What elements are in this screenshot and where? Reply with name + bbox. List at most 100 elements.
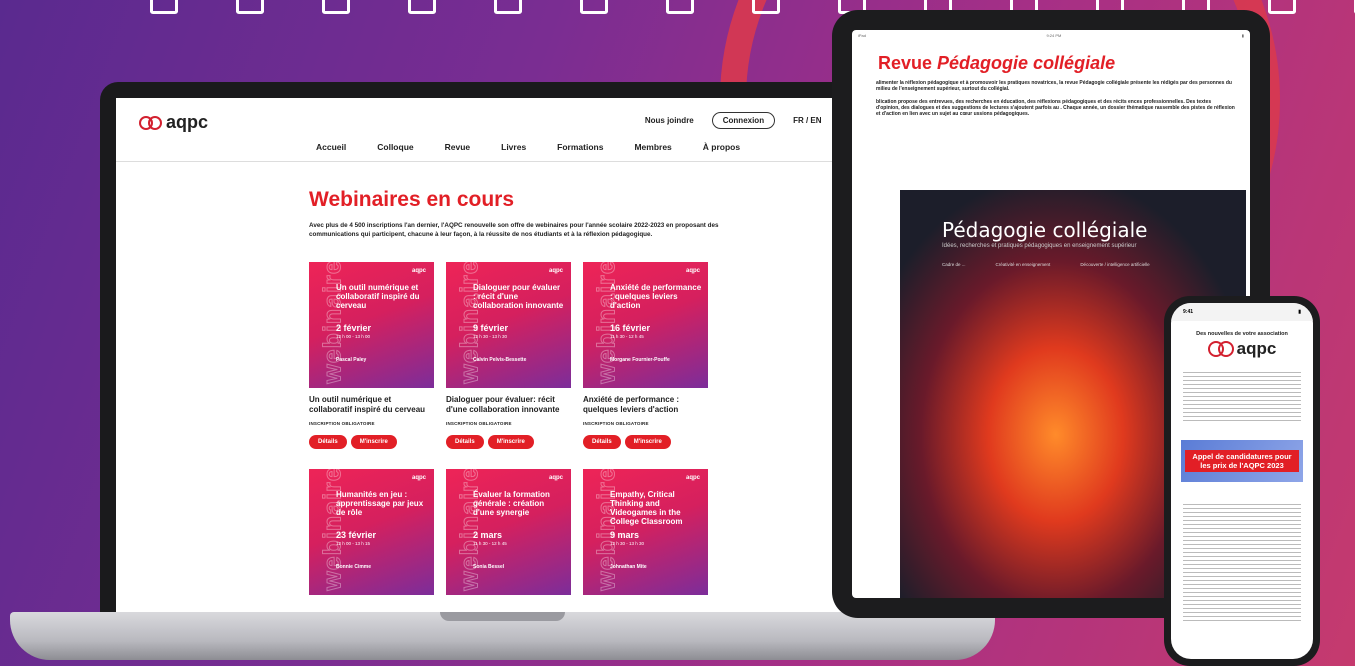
logo-mark-icon bbox=[1207, 339, 1234, 359]
card-hours: 12 h 30 - 13 h 30 bbox=[473, 334, 508, 339]
card-required-note: INSCRIPTION OBLIGATOIRE bbox=[446, 421, 512, 426]
revue-paragraph-2: blication propose des entrevues, des rec… bbox=[876, 98, 1235, 118]
phone-screen: 9:41 ▮ Des nouvelles de votre associatio… bbox=[1171, 303, 1313, 659]
nav-item-colloque[interactable]: Colloque bbox=[377, 142, 413, 152]
laptop-notch bbox=[440, 612, 565, 621]
card-date: 16 février bbox=[610, 323, 651, 333]
card-hours: 11 h 30 - 12 h 45 bbox=[473, 541, 507, 546]
details-button[interactable]: Détails bbox=[446, 435, 484, 449]
laptop-device: aqpc Nous joindre Connexion FR / EN 🛒 Ac… bbox=[100, 82, 888, 617]
webinar-card: webinaire aqpc Empathy, Critical Thinkin… bbox=[583, 469, 708, 595]
page-intro: Avec plus de 4 500 inscriptions l'an der… bbox=[309, 222, 719, 238]
webinar-card: webinaire aqpc Un outil numérique et col… bbox=[309, 262, 434, 449]
page-title: Webinaires en cours bbox=[309, 188, 515, 211]
card-date: 2 février bbox=[336, 323, 372, 333]
card-brand: aqpc bbox=[685, 475, 700, 481]
register-button[interactable]: M'inscrire bbox=[350, 435, 397, 449]
details-button[interactable]: Détails bbox=[583, 435, 621, 449]
logo-text: aqpc bbox=[166, 112, 209, 132]
webinar-card-image[interactable]: webinaire aqpc Empathy, Critical Thinkin… bbox=[583, 469, 708, 595]
aqpc-logo[interactable]: aqpc bbox=[139, 112, 208, 133]
card-hours: 11 h 30 - 12 h 45 bbox=[610, 334, 644, 339]
contact-link[interactable]: Nous joindre bbox=[645, 116, 694, 125]
card-image-title: Humanités en jeu : apprentissage par jeu… bbox=[336, 490, 424, 517]
laptop-base bbox=[10, 612, 995, 660]
cover-column: Cadre de ... bbox=[942, 262, 966, 267]
signal-wifi-battery-icon: ▮ bbox=[1298, 309, 1301, 315]
logo-mark-icon bbox=[139, 114, 163, 132]
card-required-note: INSCRIPTION OBLIGATOIRE bbox=[309, 421, 375, 426]
cover-columns: Cadre de ... Créativité en enseignement … bbox=[942, 262, 1150, 267]
tablet-clock: 9:24 PM bbox=[1046, 33, 1062, 38]
webinar-card-image[interactable]: webinaire aqpc Humanités en jeu : appren… bbox=[309, 469, 434, 595]
card-date: 9 mars bbox=[610, 530, 640, 540]
card-date: 23 février bbox=[336, 530, 377, 540]
tablet-status-bar: iPad 9:24 PM ▮ bbox=[852, 30, 1250, 41]
login-button[interactable]: Connexion bbox=[711, 112, 776, 129]
webinar-card-image[interactable]: webinaire aqpc Évaluer la formation géné… bbox=[446, 469, 571, 595]
register-button[interactable]: M'inscrire bbox=[624, 435, 671, 449]
card-actions: Détails M'inscrire bbox=[446, 435, 571, 449]
nav-item-livres[interactable]: Livres bbox=[501, 142, 526, 152]
webinar-card-image[interactable]: webinaire aqpc Dialoguer pour évaluer : … bbox=[446, 262, 571, 388]
card-image-title: Empathy, Critical Thinking and Videogame… bbox=[610, 490, 683, 526]
phone-logo-text: aqpc bbox=[1236, 339, 1277, 358]
card-presenter: Bonnie Cimme bbox=[336, 564, 372, 570]
phone-status-bar: 9:41 ▮ bbox=[1171, 303, 1313, 321]
language-switch[interactable]: FR / EN bbox=[793, 116, 821, 125]
card-presenter: Morgane Fournier-Pouffe bbox=[610, 357, 670, 363]
cover-column: Créativité en enseignement bbox=[995, 262, 1051, 267]
card-title[interactable]: Un outil numérique et collaboratif inspi… bbox=[309, 395, 434, 415]
card-brand: aqpc bbox=[411, 268, 426, 274]
newsletter-body bbox=[1171, 359, 1313, 431]
card-title[interactable]: Dialoguer pour évaluer: récit d'une coll… bbox=[446, 395, 571, 415]
register-button[interactable]: M'inscrire bbox=[487, 435, 534, 449]
webinars-page: Webinaires en cours Avec plus de 4 500 i… bbox=[116, 162, 872, 595]
revue-title: Revue Pédagogie collégiale bbox=[852, 41, 1250, 74]
nav-item-formations[interactable]: Formations bbox=[557, 142, 603, 152]
phone-device: 9:41 ▮ Des nouvelles de votre associatio… bbox=[1164, 296, 1320, 666]
revue-paragraph-1: alimenter la réflexion pédagogique et à … bbox=[876, 80, 1232, 93]
newsletter-text-block bbox=[1183, 501, 1301, 621]
details-button[interactable]: Détails bbox=[309, 435, 347, 449]
newsletter-text-block bbox=[1183, 369, 1301, 421]
card-hours: 12 h 30 - 13 h 30 bbox=[610, 541, 645, 546]
main-nav: Accueil Colloque Revue Livres Formations… bbox=[316, 142, 740, 152]
nav-item-revue[interactable]: Revue bbox=[445, 142, 471, 152]
card-hours: 12 h 00 - 13 h 15 bbox=[336, 541, 371, 546]
newsletter-header: Des nouvelles de votre association bbox=[1196, 331, 1288, 337]
cover-title: Pédagogie collégiale bbox=[942, 218, 1148, 242]
card-image-title: Anxiété de performance : quelques levier… bbox=[610, 283, 702, 310]
card-hours: 12 h 00 - 13 h 00 bbox=[336, 334, 371, 339]
awards-banner[interactable]: Appel de candidatures pour les prix de l… bbox=[1181, 440, 1303, 482]
webinar-grid: webinaire aqpc Un outil numérique et col… bbox=[309, 262, 872, 595]
nav-item-accueil[interactable]: Accueil bbox=[316, 142, 346, 152]
cover-subtitle: Idées, recherches et pratiques pédagogiq… bbox=[942, 243, 1137, 249]
battery-icon: ▮ bbox=[1241, 33, 1244, 38]
site-header: aqpc Nous joindre Connexion FR / EN 🛒 Ac… bbox=[116, 98, 872, 162]
card-required-note: INSCRIPTION OBLIGATOIRE bbox=[583, 421, 649, 426]
nav-item-a-propos[interactable]: À propos bbox=[703, 142, 740, 152]
phone-logo: aqpc bbox=[1171, 339, 1313, 359]
utility-bar: Nous joindre Connexion FR / EN 🛒 bbox=[645, 112, 852, 129]
card-title[interactable]: Anxiété de performance : quelques levier… bbox=[583, 395, 708, 415]
phone-clock: 9:41 bbox=[1183, 309, 1194, 315]
card-brand: aqpc bbox=[411, 475, 426, 481]
card-brand: aqpc bbox=[548, 475, 563, 481]
nav-item-membres[interactable]: Membres bbox=[634, 142, 671, 152]
card-brand: aqpc bbox=[548, 268, 563, 274]
webinar-card: webinaire aqpc Dialoguer pour évaluer : … bbox=[446, 262, 571, 449]
tablet-device-label: iPad bbox=[858, 33, 867, 38]
webinar-card: webinaire aqpc Évaluer la formation géné… bbox=[446, 469, 571, 595]
card-image-title: Évaluer la formation générale : création… bbox=[473, 490, 550, 517]
card-brand: aqpc bbox=[685, 268, 700, 274]
card-image-title: Un outil numérique et collaboratif inspi… bbox=[336, 283, 420, 310]
card-actions: Détails M'inscrire bbox=[309, 435, 434, 449]
webinar-card-image[interactable]: webinaire aqpc Un outil numérique et col… bbox=[309, 262, 434, 388]
card-presenter: Sonia Bessel bbox=[473, 564, 505, 570]
revue-title-italic: Pédagogie collégiale bbox=[937, 53, 1116, 73]
newsletter-body-2 bbox=[1171, 491, 1313, 631]
awards-banner-text: Appel de candidatures pour les prix de l… bbox=[1185, 450, 1299, 472]
webinar-card-image[interactable]: webinaire aqpc Anxiété de performance : … bbox=[583, 262, 708, 388]
card-date: 9 février bbox=[473, 323, 509, 333]
